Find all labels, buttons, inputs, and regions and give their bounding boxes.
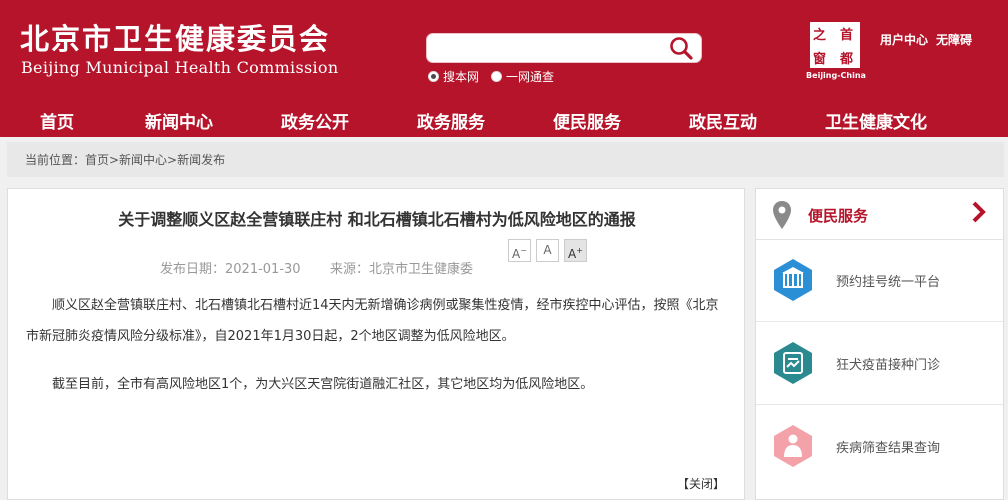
font-normal-button[interactable]: A [536, 239, 559, 262]
service-item-screening-results[interactable]: 疾病筛查结果查询 [756, 406, 1003, 488]
article-paragraph-1-line-1: 顺义区赵全营镇联庄村、北石槽镇北石槽村近14天内无新增确诊病例或聚集性疫情，经市… [52, 298, 719, 313]
site-logo-cn[interactable]: 北京市卫生健康委员会 [20, 16, 330, 58]
article-paragraph-2: 截至目前，全市有高风险地区1个，为大兴区天宫院街道融汇社区，其它地区均为低风险地… [52, 377, 594, 392]
search-box [426, 33, 702, 63]
article-title: 关于调整顺义区赵全营镇联庄村 和北石槽镇北石槽村为低风险地区的通报 [118, 210, 636, 229]
screening-icon [774, 425, 812, 467]
clinic-icon [774, 342, 812, 384]
breadcrumb-bar: 当前位置：首页>新闻中心>新闻发布 [7, 142, 1004, 177]
service-label: 狂犬疫苗接种门诊 [836, 358, 941, 373]
nav-health-culture[interactable]: 卫生健康文化 [825, 108, 927, 133]
site-logo-en[interactable]: Beijing Municipal Health Commission [21, 58, 338, 77]
capital-window-seal[interactable]: 之 首 窗 都 [808, 20, 862, 70]
radio-site-search[interactable] [428, 71, 439, 82]
hospital-icon [774, 259, 812, 301]
article-source: 来源：北京市卫生健康委 [330, 262, 474, 277]
seal-char: 都 [840, 52, 854, 67]
sidebar-header[interactable]: 便民服务 [756, 189, 1003, 240]
nav-gov-services[interactable]: 政务服务 [417, 108, 485, 133]
breadcrumb[interactable]: 当前位置：首页>新闻中心>新闻发布 [25, 151, 225, 168]
main-nav: 首页 新闻中心 政务公开 政务服务 便民服务 政民互动 卫生健康文化 [0, 100, 1008, 137]
seal-caption: Beijing-China [806, 71, 866, 80]
seal-char: 首 [840, 28, 854, 43]
nav-public-services[interactable]: 便民服务 [553, 108, 621, 133]
user-center-link[interactable]: 用户中心 [880, 31, 928, 48]
nav-news[interactable]: 新闻中心 [145, 108, 213, 133]
location-pin-icon [773, 201, 791, 229]
article-panel: 关于调整顺义区赵全营镇联庄村 和北石槽镇北石槽村为低风险地区的通报 发布日期：2… [7, 188, 745, 500]
service-label: 预约挂号统一平台 [836, 275, 941, 290]
publish-date: 发布日期：2021-01-30 [160, 262, 301, 277]
search-scope: 搜本网 一网通查 [428, 68, 566, 85]
nav-home[interactable]: 首页 [40, 108, 74, 133]
seal-char: 窗 [813, 52, 827, 67]
accessibility-link[interactable]: 无障碍 [936, 31, 972, 48]
search-icon[interactable] [667, 35, 695, 62]
search-input[interactable] [435, 38, 665, 60]
radio-all-search[interactable] [491, 71, 503, 82]
site-header: 北京市卫生健康委员会 Beijing Municipal Health Comm… [0, 0, 1008, 137]
service-item-rabies-clinic[interactable]: 狂犬疫苗接种门诊 [756, 323, 1003, 405]
font-increase-button[interactable]: A+ [564, 239, 587, 262]
service-label: 疾病筛查结果查询 [836, 441, 941, 456]
nav-interaction[interactable]: 政民互动 [689, 108, 757, 133]
seal-char: 之 [813, 28, 827, 43]
font-decrease-button[interactable]: A− [508, 239, 531, 262]
chevron-right-icon[interactable] [970, 200, 988, 224]
sidebar-title: 便民服务 [808, 207, 869, 225]
radio-site-search-label[interactable]: 搜本网 [443, 68, 479, 85]
nav-gov-affairs[interactable]: 政务公开 [281, 108, 349, 133]
article-paragraph-1-line-2: 市新冠肺炎疫情风险分级标准》，自2021年1月30日起，2个地区调整为低风险地区… [26, 329, 515, 344]
services-sidebar: 便民服务 预约挂号统一平台 狂犬疫苗接种门诊 疾病筛查结果查询 [755, 188, 1004, 500]
service-item-registration[interactable]: 预约挂号统一平台 [756, 240, 1003, 322]
close-link[interactable]: 【关闭】 [677, 475, 725, 492]
radio-all-search-label[interactable]: 一网通查 [506, 68, 554, 85]
